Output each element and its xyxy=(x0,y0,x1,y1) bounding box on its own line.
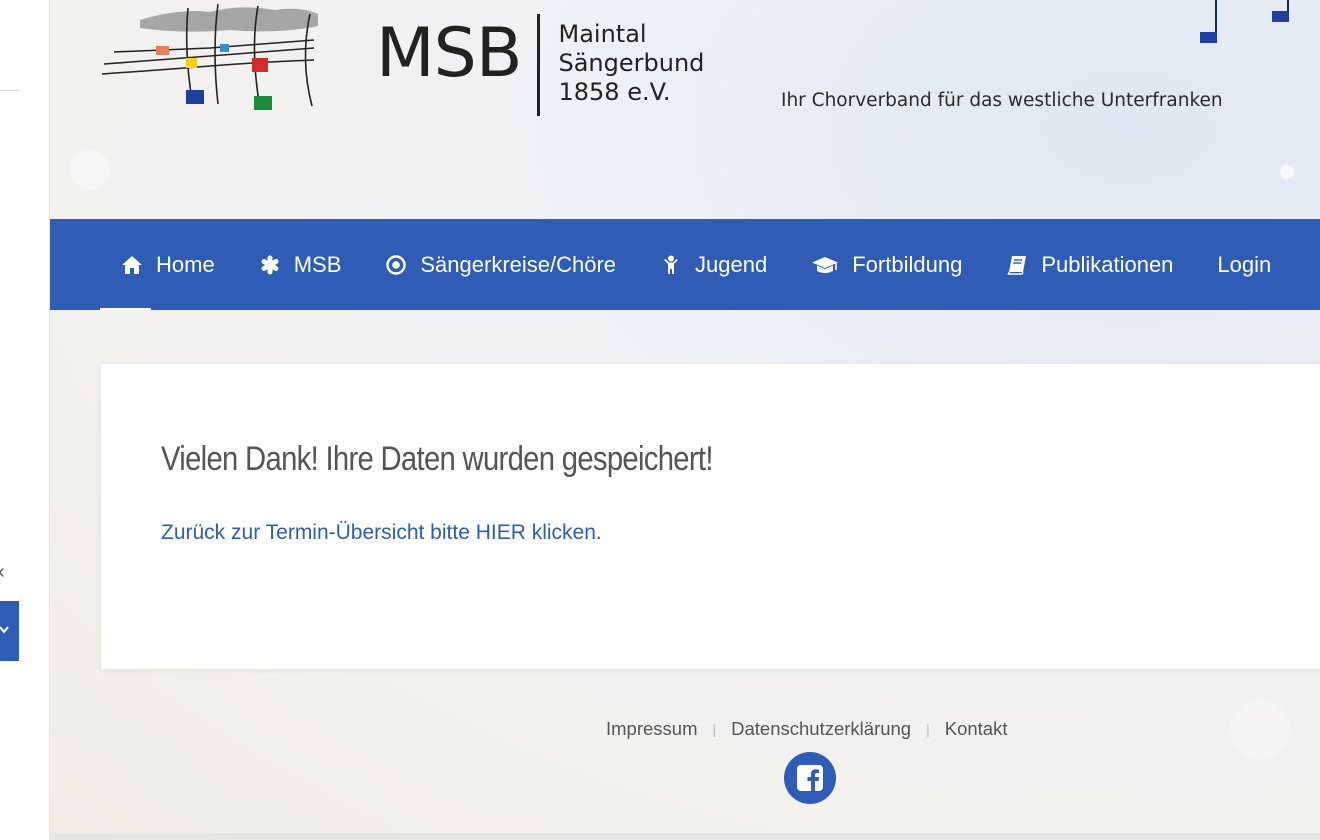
nav-item-home[interactable]: Home xyxy=(121,252,215,278)
facebook-icon xyxy=(797,765,823,791)
site-header: MSB Maintal Sängerbund 1858 e.V. Ihr Cho… xyxy=(50,0,1320,219)
target-icon xyxy=(385,254,407,276)
panel-toggle-button[interactable] xyxy=(0,601,19,661)
nav-item-saengerkreise[interactable]: Sängerkreise/Chöre xyxy=(385,252,616,278)
nav-item-jugend[interactable]: Jugend xyxy=(660,252,767,278)
main-area: MSB Maintal Sängerbund 1858 e.V. Ihr Cho… xyxy=(50,0,1320,840)
brand-abbreviation: MSB xyxy=(376,14,522,93)
nav-item-login[interactable]: Login xyxy=(1217,252,1271,278)
nav-item-fortbildung[interactable]: Fortbildung xyxy=(811,252,962,278)
nav-label: Fortbildung xyxy=(852,251,963,277)
back-to-overview-link[interactable]: Zurück zur Termin-Übersicht bitte HIER k… xyxy=(161,521,602,545)
facebook-button[interactable] xyxy=(784,752,836,804)
nav-label: Jugend xyxy=(695,251,768,277)
footer-separator: | xyxy=(712,721,717,737)
bottom-strip xyxy=(50,833,1320,840)
music-notes-decoration xyxy=(1200,0,1289,43)
brand-divider xyxy=(537,14,541,116)
brand-logo[interactable]: MSB Maintal Sängerbund 1858 e.V. xyxy=(376,14,704,118)
footer-links: Impressum | Datenschutzerklärung | Konta… xyxy=(606,718,1008,740)
main-navigation: Home MSB Sängerkreise/Chöre Jugend Fortb… xyxy=(50,219,1320,310)
brand-line: 1858 e.V. xyxy=(558,78,671,106)
panel-divider xyxy=(0,90,19,91)
footer-separator: | xyxy=(926,721,930,737)
brand-line: Sängerbund xyxy=(558,49,705,77)
book-icon xyxy=(1006,254,1028,276)
sparkle-decoration xyxy=(1230,700,1290,760)
footer-link-impressum[interactable]: Impressum xyxy=(606,718,698,740)
footer-link-kontakt[interactable]: Kontakt xyxy=(945,718,1008,740)
footer-link-datenschutz[interactable]: Datenschutzerklärung xyxy=(731,718,911,740)
chevron-left-icon[interactable]: ‹ xyxy=(0,558,14,586)
choir-logo-graphic[interactable] xyxy=(100,0,322,116)
brand-line: Maintal xyxy=(558,20,647,48)
nav-item-publikationen[interactable]: Publikationen xyxy=(1006,252,1173,278)
graduation-cap-icon xyxy=(811,254,839,276)
left-side-panel: ‹ xyxy=(0,0,50,840)
nav-label: Home xyxy=(156,251,215,277)
nav-label: Publikationen xyxy=(1041,251,1174,277)
asterisk-icon xyxy=(259,254,281,276)
site-tagline: Ihr Chorverband für das westliche Unterf… xyxy=(781,90,1223,111)
nav-active-indicator xyxy=(100,308,151,310)
nav-label: Sängerkreise/Chöre xyxy=(420,251,617,277)
nav-label: Login xyxy=(1217,251,1272,277)
brand-name: Maintal Sängerbund 1858 e.V. xyxy=(558,14,704,107)
child-icon xyxy=(660,254,682,276)
home-icon xyxy=(121,254,143,276)
nav-label: MSB xyxy=(293,251,342,277)
chevron-down-icon xyxy=(0,626,9,634)
content-panel: Vielen Dank! Ihre Daten wurden gespeiche… xyxy=(101,364,1320,669)
nav-item-msb[interactable]: MSB xyxy=(259,251,342,278)
page-title: Vielen Dank! Ihre Daten wurden gespeiche… xyxy=(161,440,713,478)
